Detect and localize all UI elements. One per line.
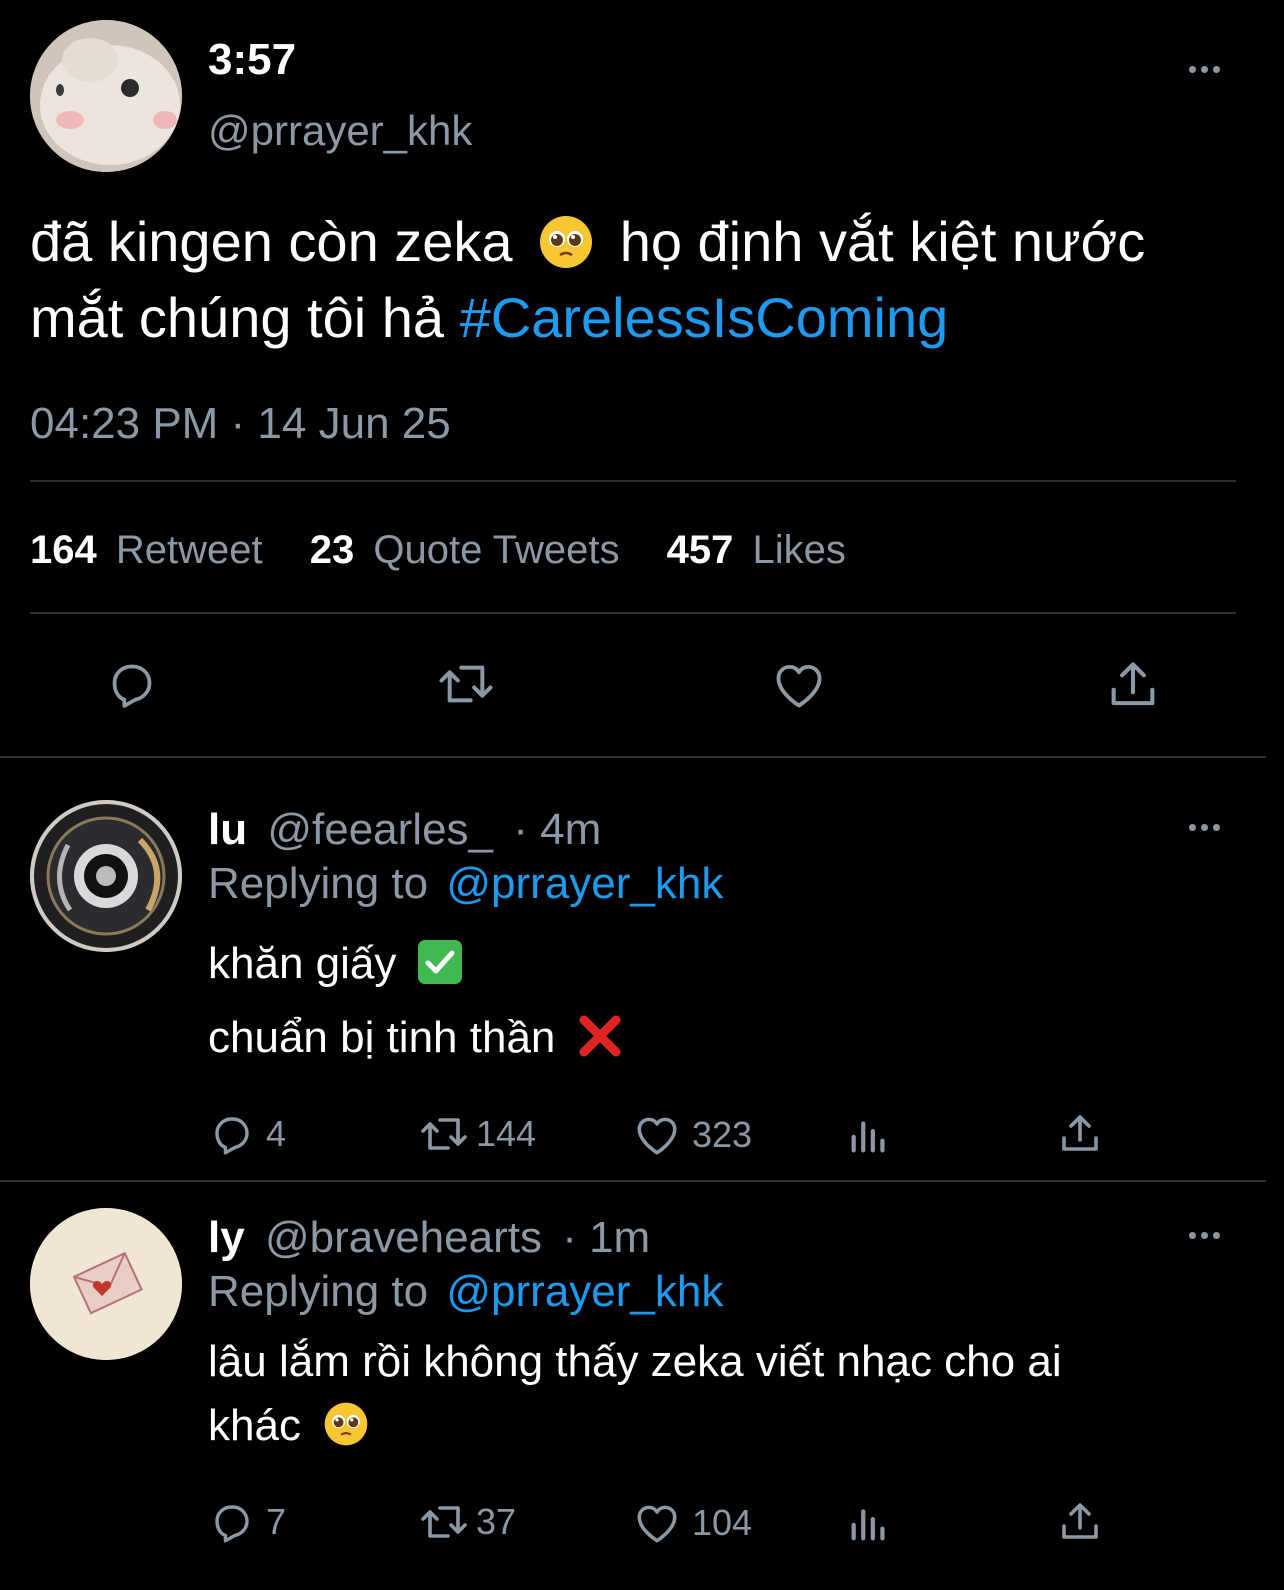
more-options-icon[interactable]	[1184, 1228, 1224, 1242]
replying-to-label: Replying to	[208, 859, 429, 908]
retweet-icon	[421, 1506, 467, 1538]
tweet-timestamp[interactable]: 04:23 PM · 14 Jun 25	[30, 398, 451, 450]
reply-count: 7	[266, 1501, 287, 1542]
cross-mark-emoji-icon	[579, 1015, 621, 1057]
letter-avatar-image	[30, 1208, 182, 1360]
retweet-count: 144	[476, 1113, 537, 1154]
analytics-icon	[851, 1509, 885, 1541]
quote-stat[interactable]: 23 Quote Tweets	[310, 528, 631, 572]
quote-count: 23	[309, 528, 355, 572]
retweet-button[interactable]: 144	[416, 1110, 536, 1158]
hamster-avatar-image	[30, 20, 182, 172]
like-button[interactable]	[770, 656, 828, 714]
reply-handle[interactable]: @feearles_	[267, 805, 493, 854]
more-options-icon[interactable]	[1184, 62, 1224, 76]
like-count: 323	[692, 1114, 753, 1155]
cd-avatar-image	[30, 800, 182, 952]
share-icon	[1111, 662, 1155, 706]
retweet-button[interactable]: 37	[416, 1498, 516, 1546]
quote-label: Quote Tweets	[373, 528, 620, 572]
reply-text-line1: khăn giấy	[208, 939, 397, 988]
like-button[interactable]: 104	[632, 1498, 752, 1548]
reply-avatar[interactable]	[30, 800, 182, 952]
retweet-label: Retweet	[115, 528, 263, 572]
reply-icon	[215, 1505, 249, 1543]
main-avatar[interactable]	[30, 20, 182, 172]
reply-button[interactable]: 7	[208, 1498, 286, 1546]
replying-to-handle[interactable]: @prrayer_khk	[446, 859, 723, 908]
divider	[0, 756, 1266, 758]
reply-header: ly @bravehearts · 1m	[208, 1212, 650, 1264]
replying-to: Replying to @prrayer_khk	[208, 1266, 723, 1318]
replying-to-handle[interactable]: @prrayer_khk	[446, 1267, 723, 1316]
divider	[0, 1180, 1266, 1182]
reply-time: · 4m	[513, 805, 602, 854]
reply-text-line2: chuẩn bị tinh thần	[208, 1013, 556, 1062]
main-tweet-text: đã kingen còn zeka họ định vắt kiệt nước…	[30, 204, 1250, 356]
share-button[interactable]	[1056, 1498, 1104, 1546]
share-button[interactable]	[1056, 1110, 1104, 1158]
reply-button[interactable]: 4	[208, 1110, 286, 1158]
share-icon	[1062, 1503, 1098, 1539]
retweet-button[interactable]	[434, 656, 498, 712]
likes-count: 457	[666, 528, 734, 572]
analytics-icon	[851, 1121, 885, 1153]
retweet-stat[interactable]: 164 Retweet	[30, 528, 274, 572]
reply-icon	[215, 1117, 249, 1155]
likes-label: Likes	[752, 528, 846, 572]
heart-icon	[637, 1505, 677, 1543]
heart-icon	[637, 1117, 677, 1155]
reply-text-line: khác	[208, 1390, 369, 1462]
reply-handle[interactable]: @bravehearts	[265, 1213, 542, 1262]
pleading-face-emoji-icon	[324, 1403, 368, 1446]
tweet-text-part1: đã kingen còn zeka	[30, 210, 513, 273]
likes-stat[interactable]: 457 Likes	[667, 528, 846, 572]
reply-icon	[112, 664, 152, 708]
reply-avatar[interactable]	[30, 1208, 182, 1360]
share-button[interactable]	[1104, 656, 1162, 714]
replying-to: Replying to @prrayer_khk	[208, 858, 723, 910]
reply-button[interactable]	[104, 656, 160, 712]
reply-count: 4	[266, 1113, 287, 1154]
reply-display-name[interactable]: lu	[208, 805, 247, 854]
divider	[30, 612, 1236, 614]
check-mark-button-emoji-icon	[417, 940, 462, 985]
main-display-name[interactable]: 3:57	[208, 34, 296, 86]
like-count: 104	[692, 1502, 753, 1543]
reply-text-line: khăn giấy	[208, 928, 463, 1000]
analytics-button[interactable]	[846, 1112, 892, 1158]
retweet-count: 164	[30, 528, 97, 572]
like-button[interactable]: 323	[632, 1110, 752, 1160]
reply-text-line2: khác	[208, 1401, 301, 1450]
replying-to-label: Replying to	[208, 1267, 429, 1316]
reply-text-line: chuẩn bị tinh thần	[208, 1002, 624, 1074]
retweet-icon	[439, 665, 493, 703]
heart-icon	[776, 664, 822, 708]
main-handle[interactable]: @prrayer_khk	[208, 106, 472, 156]
divider	[30, 480, 1236, 482]
pleading-face-emoji-icon	[540, 216, 593, 269]
share-icon	[1062, 1115, 1098, 1151]
analytics-button[interactable]	[846, 1500, 892, 1546]
retweet-icon	[421, 1118, 467, 1150]
reply-display-name[interactable]: ly	[208, 1213, 245, 1262]
more-options-icon[interactable]	[1184, 820, 1224, 834]
reply-header: lu @feearles_ · 4m	[208, 804, 601, 856]
reply-text-line1: lâu lắm rồi không thấy zeka viết nhạc ch…	[208, 1337, 1062, 1386]
reply-text-line: lâu lắm rồi không thấy zeka viết nhạc ch…	[208, 1326, 1062, 1398]
retweet-count: 37	[476, 1501, 517, 1542]
reply-time: · 1m	[562, 1213, 651, 1262]
hashtag-link[interactable]: #CarelessIsComing	[460, 286, 949, 349]
tweet-stats: 164 Retweet 23 Quote Tweets 457 Likes	[30, 526, 846, 574]
